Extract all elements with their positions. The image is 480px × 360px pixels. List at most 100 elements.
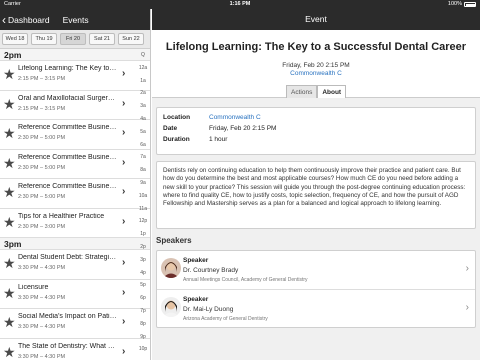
detail-navbar-title: Event bbox=[152, 9, 480, 30]
event-date: Friday, Feb 20 2:15 PM bbox=[282, 62, 350, 69]
chevron-right-icon: › bbox=[122, 186, 126, 197]
index-entry[interactable]: 10p bbox=[137, 343, 149, 356]
list-item[interactable]: ★Reference Committee Business Aff... 2:30… bbox=[0, 120, 150, 150]
search-icon[interactable]: Q bbox=[137, 49, 149, 62]
index-entry[interactable]: 5p bbox=[137, 279, 149, 292]
speaker-org: Arizona Academy of General Dentistry bbox=[183, 316, 268, 322]
list-item[interactable]: ★Reference Committee Business Aff... 2:30… bbox=[0, 150, 150, 179]
star-icon[interactable]: ★ bbox=[3, 315, 16, 329]
event-description: Dentists rely on continuing education to… bbox=[156, 161, 476, 229]
tab-about[interactable]: About bbox=[317, 85, 347, 98]
chevron-left-icon: ‹ bbox=[2, 12, 6, 27]
event-item-title: Lifelong Learning: The Key to a Su... bbox=[18, 65, 118, 72]
time-index[interactable]: Q 12a 1a 2a 3a 4a 5a 6a 7a 8a 9a 10a 11a 12p 1p 2p 3p 4p 5… bbox=[137, 49, 149, 360]
list-item[interactable]: ★Lifelong Learning: The Key to a Su... 2:… bbox=[0, 61, 150, 91]
day-selector: Wed 18 Thu 19 Fri 20 Sat 21 Sun 22 bbox=[0, 30, 150, 49]
battery-percent: 100% bbox=[447, 1, 462, 7]
location-value[interactable]: Commonwealth C bbox=[209, 114, 261, 121]
star-icon[interactable]: ★ bbox=[3, 256, 16, 270]
index-entry[interactable]: 4p bbox=[137, 267, 149, 280]
event-list[interactable]: 2pm★Lifelong Learning: The Key to a Su..… bbox=[0, 49, 150, 360]
event-header: Lifelong Learning: The Key to a Successf… bbox=[152, 30, 480, 98]
event-item-title: Licensure bbox=[18, 283, 49, 291]
day-tab[interactable]: Fri 20 bbox=[60, 33, 86, 45]
back-button[interactable]: ‹ Dashboard bbox=[0, 14, 50, 26]
event-item-title: Dental Student Debt: Strategies fo... bbox=[18, 254, 118, 261]
index-entry[interactable]: 6a bbox=[137, 139, 149, 152]
speakers-heading: Speakers bbox=[156, 236, 192, 245]
event-item-title: Reference Committee Business Aff... bbox=[18, 183, 118, 190]
star-icon[interactable]: ★ bbox=[3, 97, 16, 111]
event-item-time: 2:30 PM – 3:00 PM bbox=[18, 223, 66, 230]
index-entry[interactable]: 4a bbox=[137, 113, 149, 126]
chevron-right-icon: › bbox=[122, 215, 126, 227]
list-item[interactable]: ★Oral and Maxillofacial Surgery: Fro... 2… bbox=[0, 91, 150, 120]
star-icon[interactable]: ★ bbox=[3, 185, 16, 199]
list-item[interactable]: ★ Licensure 3:30 PM – 4:30 PM › bbox=[0, 280, 150, 309]
index-entry[interactable]: 8p bbox=[137, 318, 149, 331]
detail-tabs: Actions About bbox=[286, 85, 347, 98]
events-title: Events bbox=[62, 14, 89, 25]
speaker-row[interactable]: Speaker Dr. Courtney Brady Annual Meetin… bbox=[157, 251, 475, 290]
speaker-name: Dr. Courtney Brady bbox=[183, 267, 239, 274]
speaker-row[interactable]: Speaker Dr. Mai-Ly Duong Arizona Academy… bbox=[157, 290, 475, 329]
tab-actions[interactable]: Actions bbox=[286, 85, 318, 98]
battery-indicator: 100% bbox=[448, 0, 476, 9]
events-navbar: ‹ Dashboard Events bbox=[0, 9, 150, 30]
index-entry[interactable]: 3p bbox=[137, 254, 149, 267]
chevron-right-icon: › bbox=[122, 316, 126, 327]
location-label: Location bbox=[163, 114, 191, 121]
event-item-title: Reference Committee Business Aff... bbox=[18, 124, 118, 131]
index-entry[interactable]: 5a bbox=[137, 126, 149, 139]
back-button-label: Dashboard bbox=[8, 14, 50, 25]
index-entry[interactable]: 2a bbox=[137, 87, 149, 100]
speaker-org: Annual Meetings Council, Academy of Gene… bbox=[183, 277, 308, 283]
list-item[interactable]: ★The State of Dentistry: What Do De... 3:… bbox=[0, 339, 150, 360]
battery-icon bbox=[464, 2, 476, 7]
list-item[interactable]: ★ Tips for a Healthier Practice 2:30 PM – … bbox=[0, 209, 150, 238]
section-header: 3pm bbox=[0, 238, 150, 250]
index-entry[interactable]: 3a bbox=[137, 100, 149, 113]
list-item[interactable]: ★Social Media's Impact on Patient C... 3:… bbox=[0, 309, 150, 339]
speaker-name: Dr. Mai-Ly Duong bbox=[183, 306, 234, 313]
index-entry[interactable]: 2p bbox=[137, 241, 149, 254]
star-icon[interactable]: ★ bbox=[3, 156, 16, 170]
list-item[interactable]: ★Dental Student Debt: Strategies fo... 3:… bbox=[0, 250, 150, 280]
event-info-card: Location Commonwealth C Date Friday, Feb… bbox=[156, 107, 476, 155]
day-tab[interactable]: Thu 19 bbox=[31, 33, 57, 45]
index-entry[interactable]: 9p bbox=[137, 331, 149, 344]
index-entry[interactable]: 10a bbox=[137, 190, 149, 203]
event-location-link[interactable]: Commonwealth C bbox=[152, 70, 480, 77]
event-item-title: Reference Committee Business Aff... bbox=[18, 153, 118, 161]
star-icon[interactable]: ★ bbox=[3, 126, 16, 140]
index-entry[interactable]: 9a bbox=[137, 177, 149, 190]
list-item[interactable]: ★Reference Committee Business Aff... 2:30… bbox=[0, 179, 150, 209]
index-entry[interactable]: 7p bbox=[137, 305, 149, 318]
index-entry[interactable]: 12p bbox=[137, 215, 149, 228]
star-icon[interactable]: ★ bbox=[3, 215, 16, 229]
chevron-right-icon: › bbox=[122, 68, 126, 79]
event-item-time: 3:30 PM – 4:30 PM bbox=[18, 294, 66, 301]
day-tab[interactable]: Sat 21 bbox=[89, 33, 115, 45]
event-title: Lifelong Learning: The Key to a Successf… bbox=[165, 41, 467, 53]
index-entry[interactable]: 11a bbox=[137, 203, 149, 216]
star-icon[interactable]: ★ bbox=[3, 67, 16, 81]
event-item-time: 3:30 PM – 4:30 PM bbox=[18, 324, 66, 330]
section-header: 2pm bbox=[0, 49, 150, 61]
date-label: Date bbox=[163, 125, 178, 132]
index-entry[interactable]: 6p bbox=[137, 292, 149, 305]
event-item-time: 2:15 PM – 3:15 PM bbox=[18, 76, 66, 82]
index-entry[interactable]: 7a bbox=[137, 151, 149, 164]
index-entry[interactable]: 8a bbox=[137, 164, 149, 177]
day-tab[interactable]: Wed 18 bbox=[2, 33, 28, 45]
star-icon[interactable]: ★ bbox=[3, 345, 16, 359]
index-entry[interactable]: 1p bbox=[137, 228, 149, 241]
index-entry[interactable]: 1a bbox=[137, 75, 149, 88]
chevron-right-icon: › bbox=[122, 345, 126, 357]
day-tab[interactable]: Sun 22 bbox=[118, 33, 144, 45]
event-detail-pane: Event Lifelong Learning: The Key to a Su… bbox=[152, 9, 480, 360]
chevron-right-icon: › bbox=[122, 156, 126, 168]
index-entry[interactable]: 12a bbox=[137, 62, 149, 75]
star-icon[interactable]: ★ bbox=[3, 286, 16, 300]
duration-label: Duration bbox=[163, 136, 190, 143]
